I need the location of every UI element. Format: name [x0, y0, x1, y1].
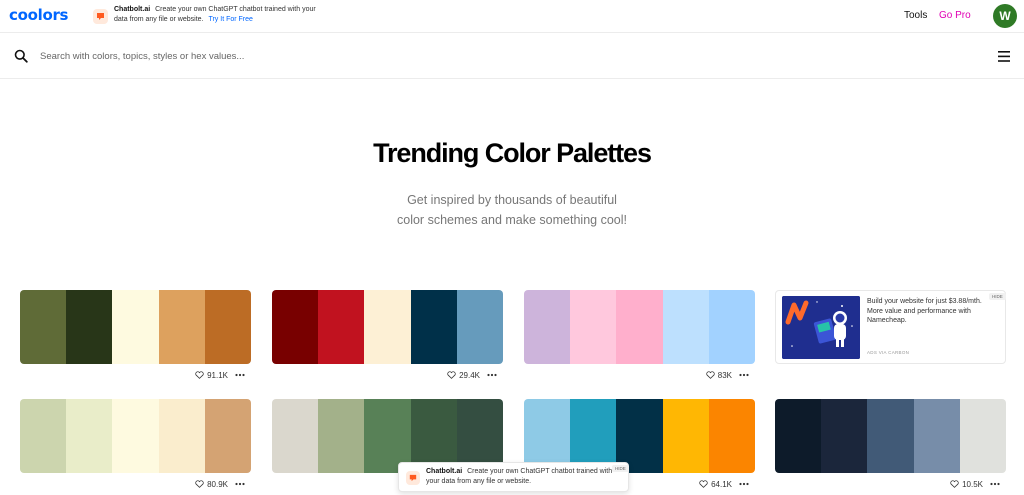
color-swatch[interactable] [66, 399, 113, 473]
color-swatch[interactable] [204, 290, 251, 364]
top-ad-brand: Chatbolt.ai [114, 6, 151, 13]
color-swatch[interactable] [959, 399, 1006, 473]
color-swatch[interactable] [570, 290, 617, 364]
ads-via-carbon-label[interactable]: ADS VIA CARBON [867, 350, 909, 355]
palette-card[interactable]: 10.5K [775, 399, 1006, 489]
color-swatch[interactable] [318, 399, 365, 473]
like-count: 29.4K [459, 370, 480, 380]
page-title: Trending Color Palettes [373, 138, 652, 168]
palette-swatches[interactable] [775, 399, 1006, 473]
page-subtitle: Get inspired by thousands of beautiful c… [362, 190, 662, 230]
bottom-floating-ad[interactable]: Chatbolt.ai Create your own ChatGPT chat… [398, 462, 629, 492]
palette-swatches[interactable] [272, 290, 503, 364]
heart-icon[interactable] [950, 480, 959, 488]
user-avatar[interactable]: W [993, 4, 1017, 28]
like-count: 64.1K [711, 479, 732, 489]
color-swatch[interactable] [318, 290, 365, 364]
hide-ad-button[interactable]: HIDE [612, 465, 629, 472]
palette-meta: 64.1K [699, 478, 749, 490]
heart-icon[interactable] [195, 371, 204, 379]
palette-meta: 80.9K [195, 478, 245, 490]
color-swatch[interactable] [775, 399, 822, 473]
like-count: 10.5K [962, 479, 983, 489]
page-subtitle-line-1: Get inspired by thousands of beautiful [407, 193, 617, 207]
color-swatch[interactable] [662, 399, 709, 473]
palette-card[interactable]: 91.1K [20, 290, 251, 380]
top-ad-cta-link[interactable]: Try It For Free [208, 16, 252, 23]
palette-meta: 83K [706, 369, 749, 381]
top-bar: coolors Chatbolt.ai Create your own Chat… [0, 0, 1024, 33]
chatbolt-logo-icon [93, 9, 108, 24]
color-swatch[interactable] [708, 290, 755, 364]
color-swatch[interactable] [410, 290, 457, 364]
top-ad-text: Chatbolt.ai Create your own ChatGPT chat… [114, 5, 324, 25]
color-swatch[interactable] [20, 399, 67, 473]
color-swatch[interactable] [112, 399, 159, 473]
like-count: 91.1K [207, 370, 228, 380]
palette-meta: 29.4K [447, 369, 497, 381]
color-swatch[interactable] [20, 290, 67, 364]
palette-meta: 91.1K [195, 369, 245, 381]
color-swatch[interactable] [524, 290, 571, 364]
heart-icon[interactable] [699, 480, 708, 488]
palette-swatches[interactable] [524, 290, 755, 364]
search-bar [0, 34, 1024, 79]
like-count: 83K [717, 370, 732, 380]
hide-ad-button[interactable]: HIDE [989, 293, 1006, 300]
chatbolt-logo-icon [406, 471, 420, 485]
search-icon[interactable] [14, 49, 28, 63]
palette-card[interactable]: 83K [524, 290, 755, 380]
color-swatch[interactable] [272, 399, 319, 473]
color-swatch[interactable] [913, 399, 960, 473]
hamburger-menu-icon[interactable] [998, 51, 1010, 62]
sponsored-ad-text[interactable]: Build your website for just $3.88/mth. M… [867, 297, 987, 326]
nav-go-pro-link[interactable]: Go Pro [939, 10, 971, 21]
color-swatch[interactable] [616, 290, 663, 364]
color-swatch[interactable] [867, 399, 914, 473]
palette-swatches[interactable] [20, 290, 251, 364]
sponsored-ad-card[interactable]: Build your website for just $3.88/mth. M… [775, 290, 1006, 364]
color-swatch[interactable] [364, 290, 411, 364]
color-swatch[interactable] [112, 290, 159, 364]
coolors-logo[interactable]: coolors [9, 6, 68, 24]
nav-tools-link[interactable]: Tools [904, 10, 927, 21]
color-swatch[interactable] [456, 290, 503, 364]
more-options-icon[interactable] [739, 373, 749, 377]
page-subtitle-line-2: color schemes and make something cool! [397, 213, 627, 227]
search-input[interactable] [40, 47, 640, 65]
more-options-icon[interactable] [739, 482, 749, 486]
more-options-icon[interactable] [990, 482, 1000, 486]
more-options-icon[interactable] [235, 482, 245, 486]
heart-icon[interactable] [447, 371, 456, 379]
color-swatch[interactable] [821, 399, 868, 473]
more-options-icon[interactable] [235, 373, 245, 377]
color-swatch[interactable] [158, 399, 205, 473]
namecheap-ad-image[interactable] [782, 296, 860, 359]
palette-card[interactable]: 80.9K [20, 399, 251, 489]
bottom-ad-text[interactable]: Chatbolt.ai Create your own ChatGPT chat… [426, 467, 616, 487]
like-count: 80.9K [207, 479, 228, 489]
color-swatch[interactable] [662, 290, 709, 364]
palette-swatches[interactable] [20, 399, 251, 473]
heart-icon[interactable] [195, 480, 204, 488]
more-options-icon[interactable] [487, 373, 497, 377]
heart-icon[interactable] [706, 371, 715, 379]
color-swatch[interactable] [708, 399, 755, 473]
color-swatch[interactable] [158, 290, 205, 364]
bottom-ad-brand: Chatbolt.ai [426, 468, 463, 475]
color-swatch[interactable] [66, 290, 113, 364]
palette-meta: 10.5K [950, 478, 1000, 490]
palette-card[interactable]: 29.4K [272, 290, 503, 380]
color-swatch[interactable] [204, 399, 251, 473]
color-swatch[interactable] [272, 290, 319, 364]
top-ad[interactable]: Chatbolt.ai Create your own ChatGPT chat… [93, 5, 323, 29]
